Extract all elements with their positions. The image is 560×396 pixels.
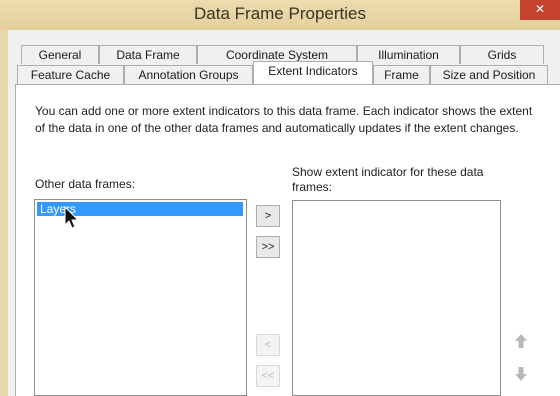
mouse-cursor-icon [64, 206, 80, 229]
tab-data-frame[interactable]: Data Frame [99, 45, 197, 64]
window-title: Data Frame Properties [194, 4, 366, 23]
remove-button[interactable]: < [256, 334, 280, 356]
close-button[interactable]: ✕ [520, 0, 560, 20]
window-frame-edge [0, 30, 8, 396]
tab-extent-indicators[interactable]: Extent Indicators [253, 61, 373, 84]
tab-annotation-groups[interactable]: Annotation Groups [124, 65, 253, 84]
move-up-button[interactable] [509, 331, 533, 353]
add-button[interactable]: > [256, 205, 280, 227]
show-frames-label: Show extent indicator for these data fra… [292, 165, 484, 194]
arrow-down-icon [515, 367, 527, 381]
move-down-button[interactable] [509, 364, 533, 386]
tab-grids[interactable]: Grids [460, 45, 544, 64]
tab-size-and-position[interactable]: Size and Position [430, 65, 548, 84]
tab-feature-cache[interactable]: Feature Cache [17, 65, 124, 84]
tab-frame[interactable]: Frame [373, 65, 430, 84]
show-frames-listbox[interactable] [292, 200, 501, 396]
add-all-button[interactable]: >> [256, 236, 280, 258]
arrow-up-icon [515, 334, 527, 348]
window-titlebar: Data Frame Properties ✕ [0, 0, 560, 30]
other-frames-label: Other data frames: [35, 177, 136, 191]
remove-all-button[interactable]: << [256, 365, 280, 387]
tab-general[interactable]: General [21, 45, 99, 64]
description-text: You can add one or more extent indicator… [35, 104, 533, 135]
